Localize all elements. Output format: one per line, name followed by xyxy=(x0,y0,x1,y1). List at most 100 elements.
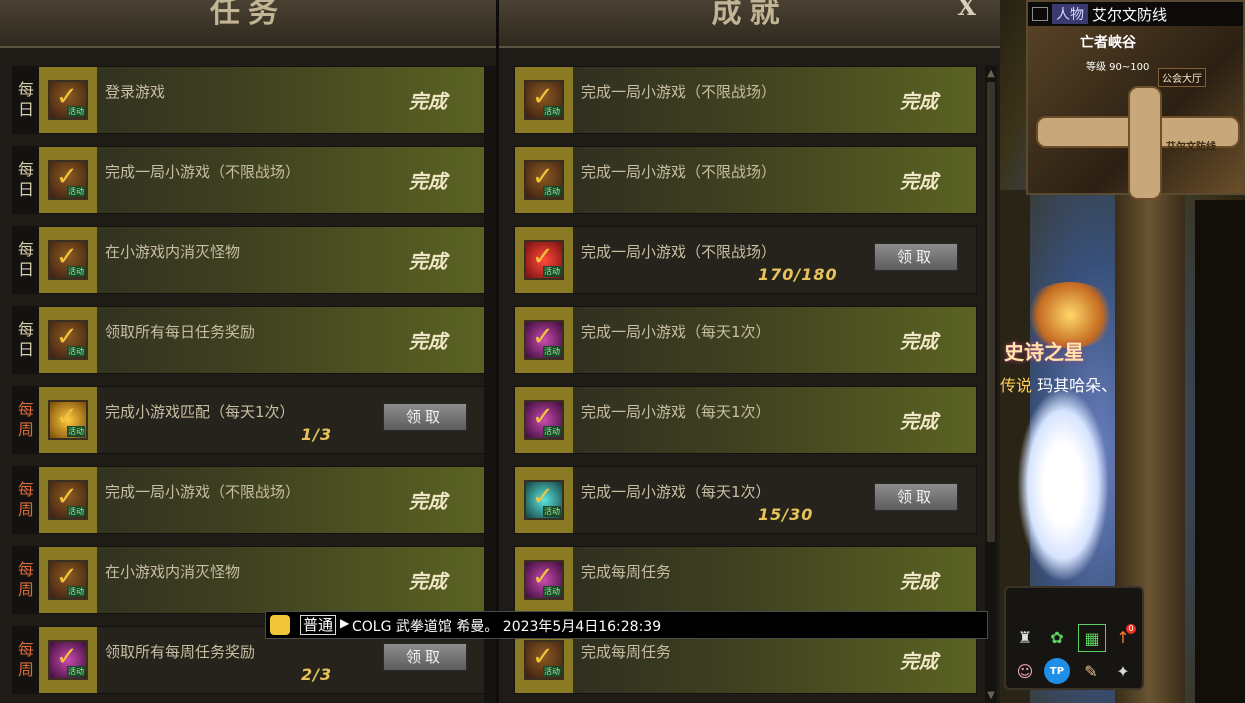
wings-icon[interactable]: ✦ xyxy=(1110,658,1136,684)
level-up-badge: 0 xyxy=(1126,624,1136,634)
quest-reward-icon: ✓ 活动 xyxy=(524,320,564,360)
pet-wolf-sprite[interactable] xyxy=(1018,390,1108,580)
minimap-tab-character[interactable]: 人物 xyxy=(1052,4,1088,24)
quest-title: 完成每周任务 xyxy=(581,563,672,581)
minimap-area-label: 艾尔文防线 xyxy=(1166,142,1216,153)
channel-arrow-icon: ▶ xyxy=(340,616,350,630)
quest-category: 每周 xyxy=(13,387,39,453)
quest-row[interactable]: ✓ 活动 完成一局小游戏（不限战场） 完成 xyxy=(514,146,977,214)
guide-book-icon[interactable]: ▦ xyxy=(1078,624,1106,652)
quest-category-char: 每 xyxy=(17,240,34,259)
quest-row[interactable]: 每周 ✓ 活动 完成一局小游戏（不限战场） 完成 xyxy=(12,466,486,534)
chat-bar[interactable]: 普通 ▶ COLG 武拳道馆 希曼。 2023年5月4日16:28:39 xyxy=(265,611,988,639)
quest-row[interactable]: 每周 ✓ 活动 在小游戏内消灭怪物 完成 xyxy=(12,546,486,614)
quest-row[interactable]: ✓ 活动 完成每周任务 完成 xyxy=(514,546,977,614)
quest-title: 登录游戏 xyxy=(105,83,166,101)
tasks-panel-title: 任务 xyxy=(0,0,496,48)
claim-reward-button[interactable]: 领取 xyxy=(874,243,958,271)
quest-row[interactable]: ✓ 活动 完成一局小游戏（每天1次） 15/30 领取 xyxy=(514,466,977,534)
quest-category-char: 每 xyxy=(17,560,34,579)
quest-progress: 1/3 xyxy=(301,425,333,444)
quest-row[interactable]: ✓ 活动 完成一局小游戏（不限战场） 完成 xyxy=(514,66,977,134)
level-up-icon[interactable]: ↑ 0 xyxy=(1110,624,1136,650)
quest-reward-icon: ✓ 活动 xyxy=(524,400,564,440)
emote-icon[interactable] xyxy=(270,615,290,635)
minimap-toggle-icon[interactable] xyxy=(1032,7,1048,21)
quest-reward-icon: ✓ 活动 xyxy=(524,240,564,280)
quest-icon-frame: ✓ 活动 xyxy=(515,547,573,613)
quest-title: 完成一局小游戏（每天1次） xyxy=(581,323,771,341)
quest-reward-icon: ✓ 活动 xyxy=(524,80,564,120)
quest-row[interactable]: 每日 ✓ 活动 在小游戏内消灭怪物 完成 xyxy=(12,226,486,294)
quest-row[interactable]: ✓ 活动 完成一局小游戏（不限战场） 170/180 领取 xyxy=(514,226,977,294)
quest-icon-frame: ✓ 活动 xyxy=(515,307,573,373)
claim-reward-button[interactable]: 领取 xyxy=(383,403,467,431)
quest-reward-icon: ✓ 活动 xyxy=(48,400,88,440)
quest-row[interactable]: 每日 ✓ 活动 登录游戏 完成 xyxy=(12,66,486,134)
quest-reward-icon: ✓ 活动 xyxy=(524,560,564,600)
minimap-map[interactable]: 亡者峡谷 等级 90~100 公会大厅 艾尔文防线 xyxy=(1028,26,1243,200)
chat-input[interactable]: COLG 武拳道馆 希曼。 2023年5月4日16:28:39 xyxy=(352,616,661,636)
quest-row[interactable]: ✓ 活动 完成一局小游戏（每天1次） 完成 xyxy=(514,306,977,374)
quest-status-complete: 完成 xyxy=(409,571,448,593)
quest-icon-frame: ✓ 活动 xyxy=(39,547,97,613)
tp-icon[interactable]: TP xyxy=(1044,658,1070,684)
sprout-icon[interactable]: ✿ xyxy=(1044,624,1070,650)
quest-category-char: 周 xyxy=(17,500,34,519)
quest-reward-icon: ✓ 活动 xyxy=(48,640,88,680)
claim-reward-button[interactable]: 领取 xyxy=(874,483,958,511)
tasks-panel: 任务 每日 ✓ 活动 登录游戏 完成每日 ✓ 活动 完成一局小游戏（不限战场） 完成每日 ✓ 活动在… xyxy=(0,0,499,703)
achievements-title-text: 成就 xyxy=(711,0,788,30)
quest-category-char: 日 xyxy=(17,340,34,359)
close-icon[interactable]: X xyxy=(957,0,984,20)
avatar-icon[interactable]: ☺ xyxy=(1012,658,1038,684)
quest-category-char: 每 xyxy=(17,640,34,659)
chat-channel[interactable]: 普通 xyxy=(300,615,337,635)
minimap-area-name: 亡者峡谷 xyxy=(1080,35,1136,51)
quest-icon-frame: ✓ 活动 xyxy=(39,147,97,213)
achievements-scrollbar[interactable]: ▲ ▼ xyxy=(985,66,997,703)
minimap-tabs: 人物 艾尔文防线 xyxy=(1028,2,1243,26)
tasks-scrollbar[interactable] xyxy=(484,66,496,703)
quest-row[interactable]: 每日 ✓ 活动 完成一局小游戏（不限战场） 完成 xyxy=(12,146,486,214)
scroll-thumb[interactable] xyxy=(987,82,995,542)
quick-menu: ♜ ✿ ▦ ↑ 0 ☺ TP ✎ ✦ xyxy=(1004,586,1144,690)
minimap-zone-name: 艾尔文防线 xyxy=(1092,5,1168,24)
quest-title: 完成一局小游戏（不限战场） xyxy=(581,243,777,261)
quest-title: 领取所有每周任务奖励 xyxy=(105,643,256,661)
quest-category-char: 日 xyxy=(17,260,34,279)
quest-row[interactable]: 每周 ✓ 活动 完成小游戏匹配（每天1次） 1/3 领取 xyxy=(12,386,486,454)
quest-row[interactable]: ✓ 活动 完成一局小游戏（每天1次） 完成 xyxy=(514,386,977,454)
minimap[interactable]: 人物 艾尔文防线 亡者峡谷 等级 90~100 公会大厅 艾尔文防线 xyxy=(1026,0,1245,200)
quest-row[interactable]: 每日 ✓ 活动 领取所有每日任务奖励 完成 xyxy=(12,306,486,374)
achievements-panel-title: 成就 X xyxy=(499,0,1000,48)
quest-status-complete: 完成 xyxy=(409,171,448,193)
quest-category-char: 每 xyxy=(17,80,34,99)
quest-reward-icon: ✓ 活动 xyxy=(48,560,88,600)
claim-reward-button[interactable]: 领取 xyxy=(383,643,467,671)
quest-category: 每日 xyxy=(13,147,39,213)
quest-status-complete: 完成 xyxy=(409,251,448,273)
quest-status-complete: 完成 xyxy=(900,571,939,593)
quest-category: 每日 xyxy=(13,227,39,293)
quest-progress: 15/30 xyxy=(758,505,814,524)
quest-icon-frame: ✓ 活动 xyxy=(39,67,97,133)
quest-icon-frame: ✓ 活动 xyxy=(515,227,573,293)
achievements-panel: 成就 X ✓ 活动 完成一局小游戏（不限战场） 完成 ✓ 活动 完成一局小游戏（不限战场）完… xyxy=(499,0,1000,703)
scroll-icon[interactable]: ✎ xyxy=(1078,658,1104,684)
character-title: 史诗之星 xyxy=(1004,340,1084,364)
map-path-vertical xyxy=(1128,86,1162,200)
quest-status-complete: 完成 xyxy=(900,411,939,433)
quest-status-complete: 完成 xyxy=(900,171,939,193)
quest-category-char: 每 xyxy=(17,480,34,499)
quest-reward-icon: ✓ 活动 xyxy=(48,240,88,280)
minimap-guild-hall[interactable]: 公会大厅 xyxy=(1158,68,1206,87)
quest-status-complete: 完成 xyxy=(900,91,939,113)
butler-icon[interactable]: ♜ xyxy=(1012,624,1038,650)
quest-title: 完成小游戏匹配（每天1次） xyxy=(105,403,295,421)
scroll-up-arrow-icon[interactable]: ▲ xyxy=(985,68,997,79)
quest-category-char: 每 xyxy=(17,320,34,339)
quest-status-complete: 完成 xyxy=(900,331,939,353)
scroll-down-arrow-icon[interactable]: ▼ xyxy=(985,690,997,701)
quest-icon-frame: ✓ 活动 xyxy=(39,307,97,373)
